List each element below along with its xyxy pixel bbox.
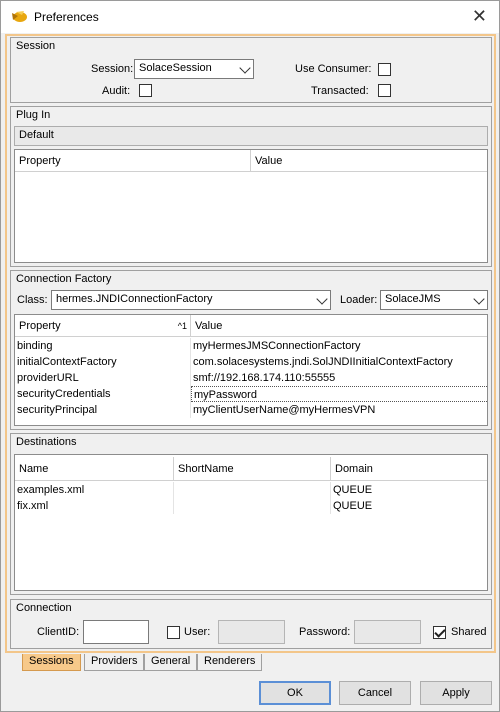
column-header-value[interactable]: Value: [251, 150, 487, 172]
connection-group: Connection ClientID: User: Password: Sha…: [10, 599, 492, 649]
tab-providers[interactable]: Providers: [84, 654, 145, 671]
plugin-properties-table[interactable]: Property Value: [14, 149, 488, 263]
table-row[interactable]: binding myHermesJMSConnectionFactory: [15, 338, 487, 354]
apply-button[interactable]: Apply: [420, 681, 492, 705]
ok-button[interactable]: OK: [259, 681, 331, 705]
sort-ascending-icon: ^1: [177, 321, 187, 331]
class-select[interactable]: hermes.JNDIConnectionFactory: [51, 290, 331, 310]
session-select-value: SolaceSession: [139, 62, 212, 74]
session-group: Session Session: SolaceSession Use Consu…: [10, 37, 492, 103]
close-icon[interactable]: ✕: [472, 6, 487, 27]
audit-label: Audit:: [102, 85, 131, 97]
plugin-select-value: Default: [19, 129, 54, 141]
column-header-name[interactable]: Name: [15, 457, 174, 481]
tab-general[interactable]: General: [144, 654, 198, 671]
name-cell: fix.xml: [15, 498, 174, 514]
client-id-input[interactable]: [83, 620, 149, 644]
shortname-cell: [174, 482, 331, 498]
table-row[interactable]: initialContextFactory com.solacesystems.…: [15, 354, 487, 370]
audit-checkbox[interactable]: [139, 84, 152, 97]
column-header-shortname[interactable]: ShortName: [174, 457, 331, 481]
property-cell: securityPrincipal: [15, 402, 191, 418]
column-header-property-label: Property: [19, 320, 61, 332]
property-cell: initialContextFactory: [15, 354, 191, 370]
value-cell[interactable]: smf://192.168.174.110:55555: [191, 370, 487, 386]
user-checkbox[interactable]: [167, 626, 180, 639]
domain-cell: QUEUE: [331, 482, 487, 498]
property-cell: providerURL: [15, 370, 191, 386]
value-cell[interactable]: myHermesJMSConnectionFactory: [191, 338, 487, 354]
class-select-value: hermes.JNDIConnectionFactory: [56, 293, 213, 305]
domain-cell: QUEUE: [331, 498, 487, 514]
table-row[interactable]: securityPrincipal myClientUserName@myHer…: [15, 402, 487, 418]
loader-select[interactable]: SolaceJMS: [380, 290, 488, 310]
app-icon: [10, 10, 28, 24]
chevron-down-icon: [239, 62, 251, 74]
class-label: Class:: [17, 294, 48, 306]
password-input[interactable]: [354, 620, 421, 644]
window-title: Preferences: [34, 10, 99, 24]
plugin-group: Plug In Default Property Value: [10, 106, 492, 267]
preferences-window: Preferences ✕ Session Session: SolaceSes…: [0, 0, 500, 712]
value-cell-editing[interactable]: myPassword: [191, 386, 487, 402]
table-header: Property Value: [15, 150, 487, 172]
loader-label: Loader:: [340, 294, 378, 306]
chevron-down-icon: [473, 293, 485, 305]
transacted-label: Transacted:: [311, 85, 369, 97]
connection-group-title: Connection: [16, 602, 72, 614]
user-label: User:: [184, 626, 211, 638]
property-cell: binding: [15, 338, 191, 354]
value-cell[interactable]: myClientUserName@myHermesVPN: [191, 402, 487, 418]
tab-sessions[interactable]: Sessions: [22, 654, 81, 671]
use-consumer-checkbox[interactable]: [378, 63, 391, 76]
value-cell[interactable]: com.solacesystems.jndi.SolJNDIInitialCon…: [191, 354, 487, 370]
connection-factory-group-title: Connection Factory: [16, 273, 112, 285]
shared-label: Shared: [451, 626, 487, 638]
user-input[interactable]: [218, 620, 285, 644]
table-row[interactable]: fix.xml QUEUE: [15, 498, 487, 514]
table-header: Name ShortName Domain: [15, 457, 487, 481]
session-select[interactable]: SolaceSession: [134, 59, 254, 79]
tab-renderers[interactable]: Renderers: [197, 654, 263, 671]
use-consumer-label: Use Consumer:: [295, 63, 372, 75]
plugin-select[interactable]: Default: [14, 126, 488, 146]
property-cell: securityCredentials: [15, 386, 191, 402]
transacted-checkbox[interactable]: [378, 84, 391, 97]
shortname-cell: [174, 498, 331, 514]
destinations-group-title: Destinations: [16, 436, 77, 448]
column-header-value[interactable]: Value: [191, 315, 487, 337]
title-bar[interactable]: Preferences ✕: [1, 1, 499, 33]
client-id-label: ClientID:: [37, 626, 80, 638]
column-header-property[interactable]: Property ^1: [15, 315, 191, 337]
table-header: Property ^1 Value: [15, 315, 487, 337]
table-row[interactable]: securityCredentials myPassword: [15, 386, 487, 402]
chevron-down-icon: [316, 293, 328, 305]
sessions-tab-panel: Session Session: SolaceSession Use Consu…: [5, 34, 496, 653]
cancel-button[interactable]: Cancel: [339, 681, 411, 705]
session-group-title: Session: [16, 40, 56, 52]
column-header-property[interactable]: Property: [15, 150, 251, 172]
plugin-group-title: Plug In: [16, 109, 51, 121]
shared-checkbox[interactable]: [433, 626, 446, 639]
loader-select-value: SolaceJMS: [385, 293, 441, 305]
destinations-table[interactable]: Name ShortName Domain examples.xml QUEUE…: [14, 454, 488, 591]
session-label: Session:: [91, 63, 134, 75]
table-row[interactable]: examples.xml QUEUE: [15, 482, 487, 498]
password-label: Password:: [299, 626, 351, 638]
table-row[interactable]: providerURL smf://192.168.174.110:55555: [15, 370, 487, 386]
connection-factory-properties-table[interactable]: Property ^1 Value binding myHermesJMSCon…: [14, 314, 488, 426]
name-cell: examples.xml: [15, 482, 174, 498]
column-header-domain[interactable]: Domain: [331, 457, 487, 481]
connection-factory-group: Connection Factory Class: hermes.JNDICon…: [10, 270, 492, 430]
destinations-group: Destinations Name ShortName Domain examp…: [10, 433, 492, 595]
